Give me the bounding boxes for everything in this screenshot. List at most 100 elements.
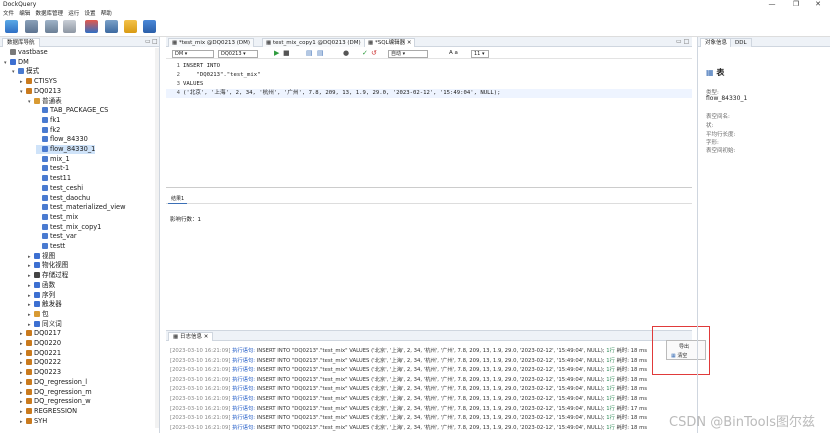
edit-icon[interactable] [124, 20, 137, 33]
export-icon[interactable] [105, 20, 118, 33]
tree-node[interactable]: mix_1 [36, 155, 70, 164]
log-ts: [2023-03-10 16:21:09] [170, 348, 231, 354]
tree-node[interactable]: ▸ DQ_regression_m [20, 388, 92, 397]
tree-node[interactable]: ▸ 视图 [28, 252, 55, 261]
tree-node[interactable]: test_materialized_view [36, 203, 126, 212]
tree-node[interactable]: testt [36, 242, 65, 251]
tree-node[interactable]: test_var [36, 232, 77, 241]
field-label: 表空间名: [706, 114, 730, 120]
tree-node[interactable]: test11 [36, 174, 71, 183]
maximize-button[interactable]: ❐ [788, 0, 804, 8]
tree-node[interactable]: flow_84330_1 [36, 145, 96, 154]
minimize-button[interactable]: — [764, 0, 780, 8]
font-label[interactable]: A a [449, 50, 458, 56]
node-icon [42, 243, 48, 249]
tree-node[interactable]: ▸ 包 [28, 310, 49, 319]
tree-node[interactable]: test_daochu [36, 194, 90, 203]
tree-node[interactable]: ▸ DQ_regression_l [20, 378, 87, 387]
log-ts: [2023-03-10 16:21:09] [170, 396, 231, 402]
navigator-tab[interactable]: 数据库导航 [2, 38, 40, 47]
commit-icon[interactable]: ✓ [362, 49, 368, 57]
tree-node[interactable]: ▾ 模式 [12, 67, 39, 76]
tree-node-label: DQ0223 [34, 368, 62, 377]
tab-label: *test_mix @DQ0213 (DM) [178, 40, 250, 46]
tree-node-label: mix_1 [50, 154, 70, 163]
font-size-value: 11 [474, 51, 481, 57]
tree-node[interactable]: TAB_PACKAGE_CS [36, 106, 108, 115]
tree-node[interactable]: ▸ 同义词 [28, 320, 62, 329]
log-label: 执行语句: [232, 376, 256, 383]
log-ts: [2023-03-10 16:21:09] [170, 376, 231, 383]
tree-node[interactable]: ▸ 序列 [28, 291, 55, 300]
sql-editor-icon[interactable] [45, 20, 58, 33]
tree-node-label: 物化视图 [42, 261, 69, 270]
settings-tool-icon[interactable] [63, 20, 76, 33]
database-icon[interactable] [25, 20, 38, 33]
close-tab-icon[interactable]: ✕ [407, 40, 412, 46]
tree-node[interactable]: ▸ DQ0217 [20, 329, 61, 338]
tree-node[interactable]: ▸ DQ_regression_w [20, 397, 91, 406]
log-tab[interactable]: ▦ 日志信息 ✕ [168, 332, 214, 341]
tree-node[interactable]: ▸ CTISYS [20, 77, 57, 86]
tree-node[interactable]: ▸ 存储过程 [28, 271, 68, 280]
rollback-icon[interactable]: ↺ [371, 49, 377, 57]
tree-node[interactable]: ▸ 触发器 [28, 300, 62, 309]
commit-mode-select[interactable]: 自动 ▾ [388, 50, 428, 58]
log-cnt: 1行 [606, 386, 615, 393]
navigator-scrollbar[interactable] [155, 48, 159, 428]
explain-icon[interactable]: ▤ [317, 49, 324, 57]
tab-test-mix[interactable]: ▦ *test_mix @DQ0213 (DM) [168, 38, 254, 47]
tree-node[interactable]: flow_84330 [36, 135, 88, 144]
field-label: 字形: [706, 140, 719, 146]
log-label: 执行语句: [232, 348, 256, 354]
tree-node[interactable]: fk2 [36, 126, 60, 135]
close-window-button[interactable]: ✕ [810, 0, 826, 8]
tree-node[interactable]: test-1 [36, 164, 69, 173]
run-icon[interactable]: ▶ [274, 49, 279, 57]
sql-code-area[interactable]: 1 INSERT INTO 2 "DQ0213"."test_mix" 3 VALU… [166, 60, 692, 188]
save-icon[interactable] [143, 20, 156, 33]
minimize-pane-icon[interactable]: ▭ [145, 38, 151, 45]
tree-node[interactable]: ▾ DM [4, 58, 29, 67]
tree-node[interactable]: fk1 [36, 116, 60, 125]
new-connection-icon[interactable] [5, 20, 18, 33]
tree-node[interactable]: ▾ 普通表 [28, 97, 62, 106]
stop-icon[interactable]: ■ [283, 49, 290, 57]
node-icon [26, 359, 32, 366]
search-icon[interactable]: ● [343, 49, 349, 57]
tab-object-info[interactable]: 对象信息 [700, 38, 733, 47]
tree-node-label: 模式 [26, 67, 40, 76]
tab-test-mix-copy1[interactable]: ▦ test_mix_copy1 @DQ0213 (DM) [262, 38, 365, 47]
tree-node[interactable]: ▸ SYH [20, 417, 47, 426]
tree-node[interactable]: ▸ DQ0221 [20, 349, 61, 358]
tree-node[interactable]: ▸ REGRESSION [20, 407, 77, 416]
tree-node[interactable]: test_mix_copy1 [36, 223, 101, 232]
tree-node[interactable]: test_mix [36, 213, 78, 222]
object-info-header: 对象信息 DDL [698, 37, 830, 47]
maximize-editor-icon[interactable]: ▭ □ [676, 38, 689, 45]
tree-node[interactable]: vastbase [4, 48, 48, 57]
maximize-pane-icon[interactable]: □ [152, 38, 158, 45]
compare-icon[interactable] [85, 20, 98, 33]
tree-node[interactable]: ▾ DQ0213 [20, 87, 61, 96]
code-line: 2 "DQ0213"."test_mix" [176, 72, 261, 78]
node-icon [26, 378, 32, 385]
log-cnt: 1行 [606, 424, 615, 431]
code-line: 4 ('北京', '上海', 2, 34, '杭州', '广州', 7.8, 20… [166, 89, 692, 98]
tree-node[interactable]: ▸ 物化视图 [28, 261, 68, 270]
tree-node[interactable]: ▸ DQ0222 [20, 358, 61, 367]
tab-sql-editor[interactable]: ▦ *SQL编辑器 ✕ [364, 38, 416, 47]
tree-node[interactable]: ▸ 函数 [28, 281, 55, 290]
log-cnt: 1行 [606, 357, 615, 364]
schema-select[interactable]: DQ0213 ▾ [218, 50, 258, 58]
tree-node[interactable]: ▸ DQ0223 [20, 368, 61, 377]
format-icon[interactable]: ▤ [306, 49, 313, 57]
tab-ddl[interactable]: DDL [730, 38, 752, 47]
tree-node[interactable]: ▸ DQ0220 [20, 339, 61, 348]
font-size-select[interactable]: 11 ▾ [471, 50, 489, 58]
node-icon [26, 78, 32, 85]
log-row: [2023-03-10 16:21:09] 执行语句: INSERT INTO … [170, 385, 647, 394]
tree-node[interactable]: test_ceshi [36, 184, 83, 193]
connection-select[interactable]: DM ▾ [172, 50, 214, 58]
result-tab[interactable]: 结果1 [168, 195, 188, 204]
